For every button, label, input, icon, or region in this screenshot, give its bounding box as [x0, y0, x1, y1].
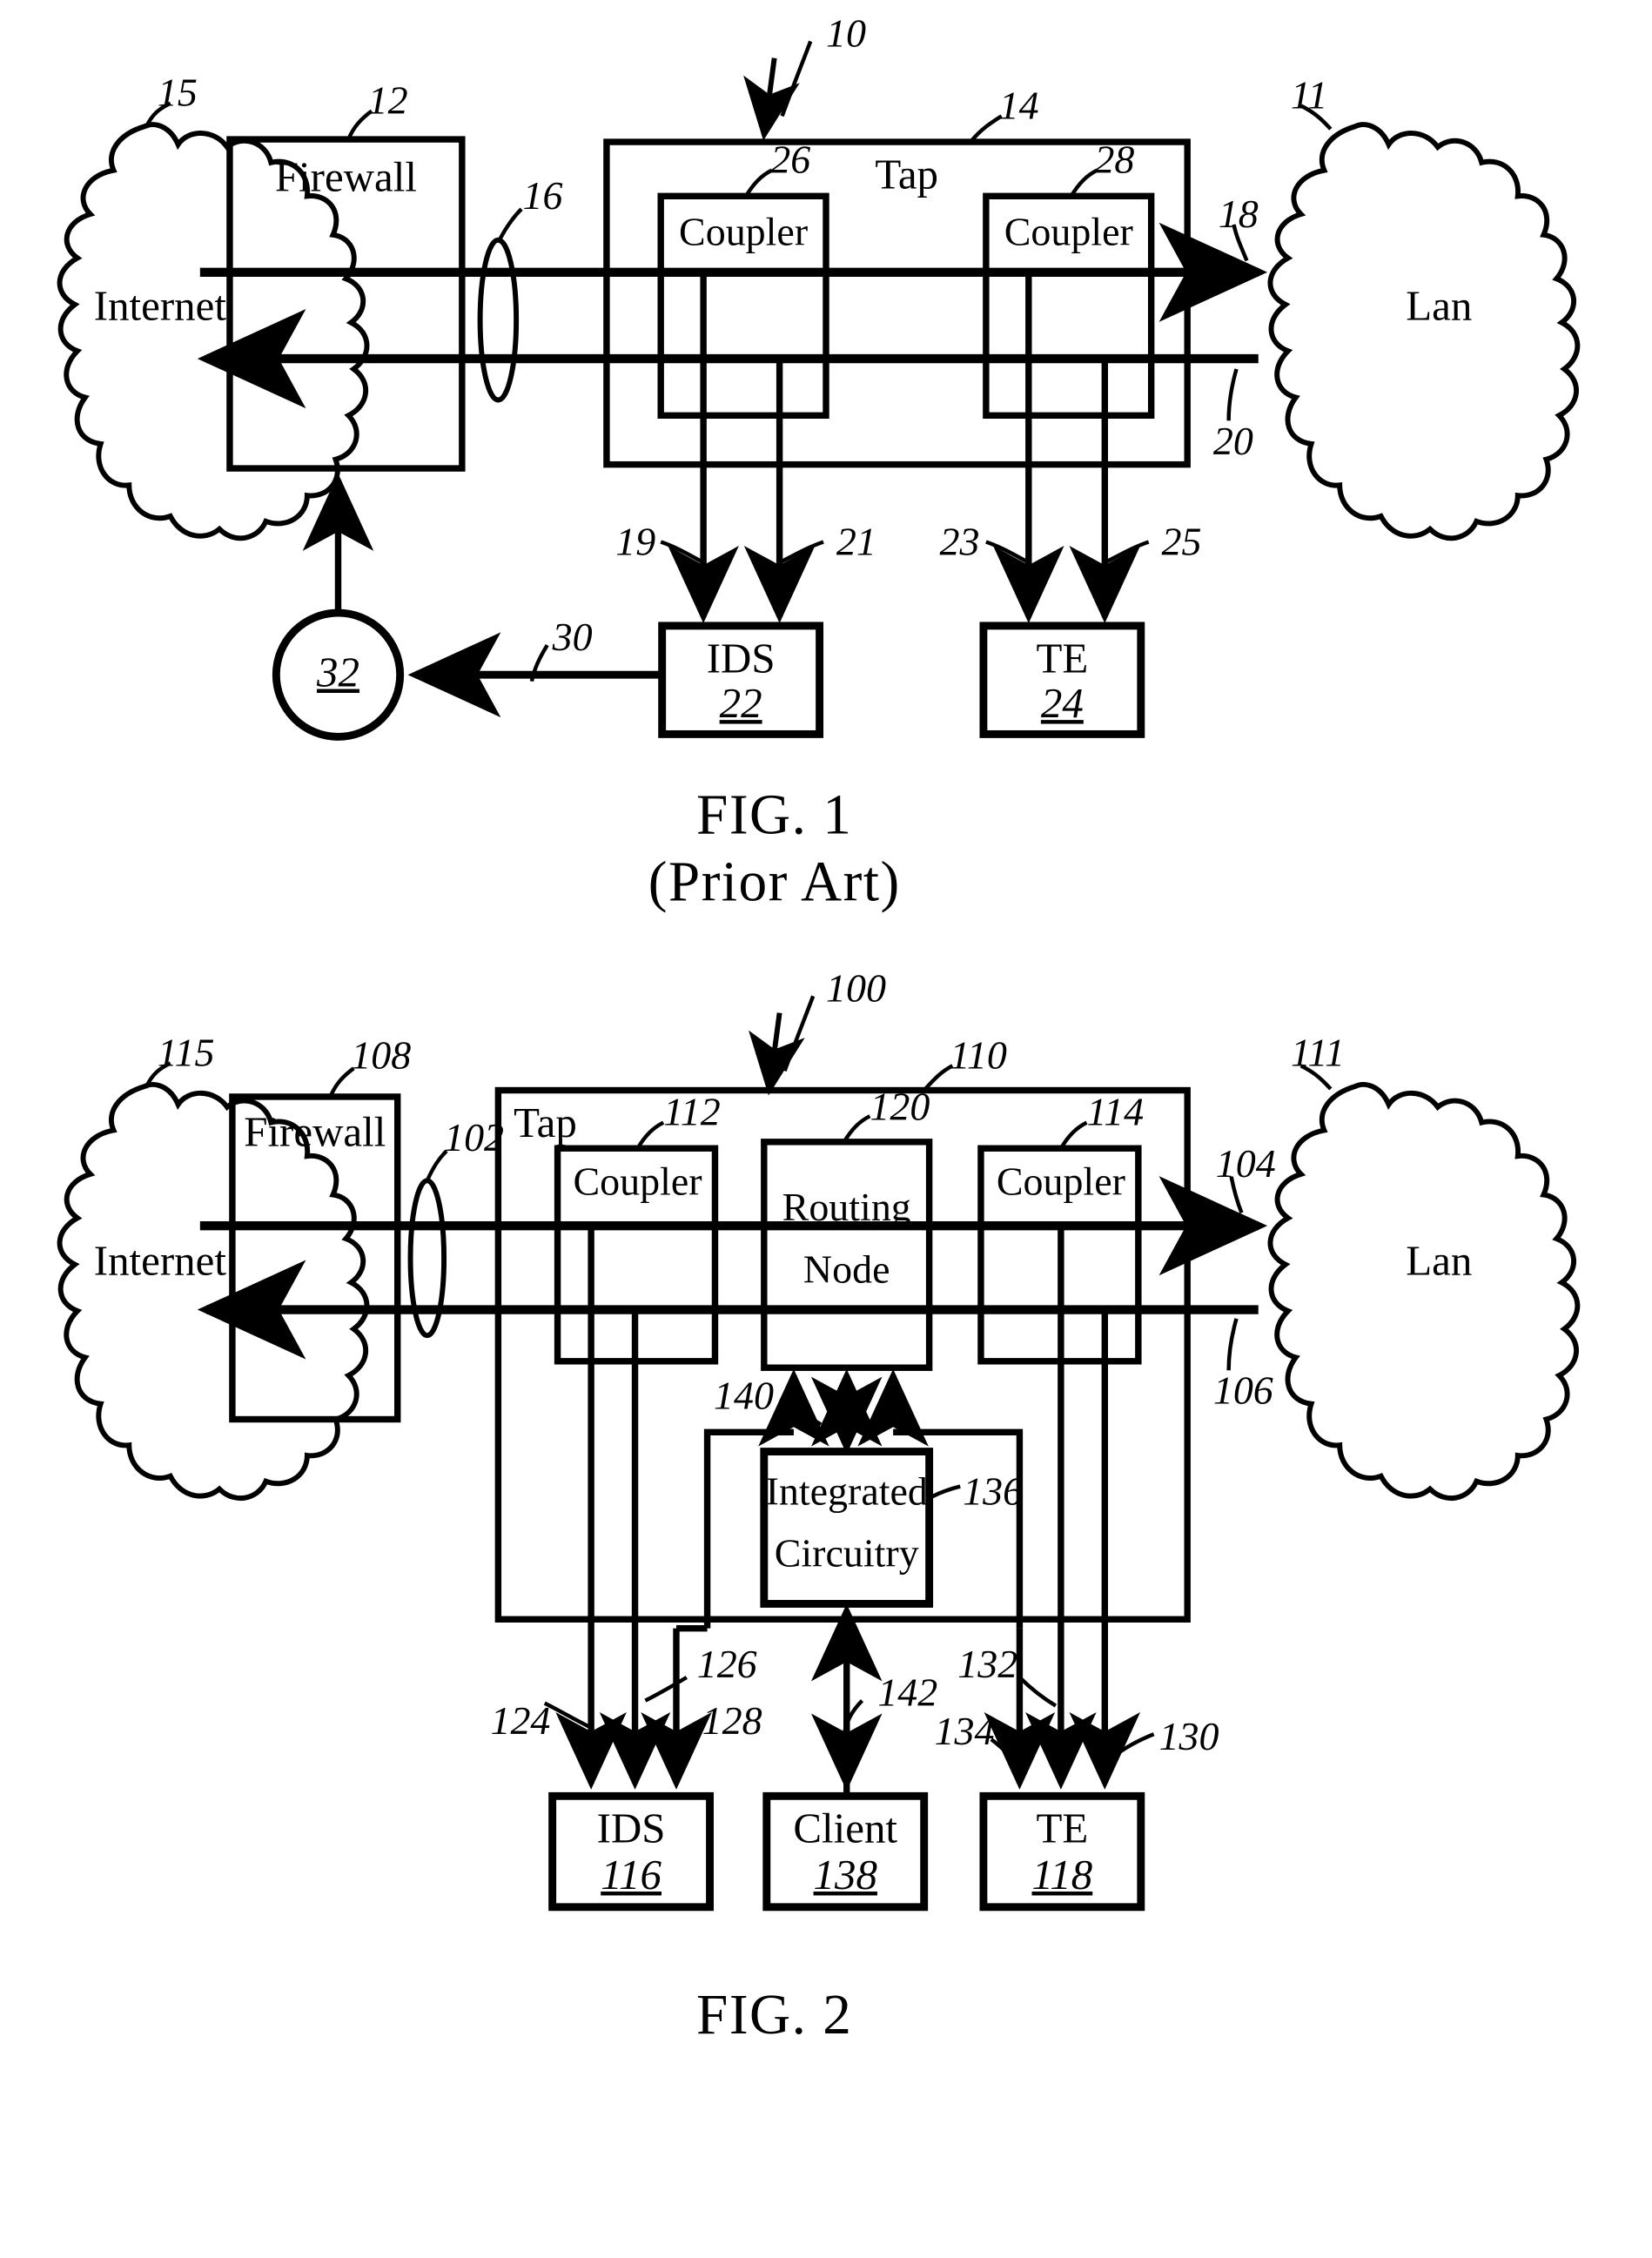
- tap-label-fig1: Tap: [875, 151, 939, 199]
- coupler-right-label-fig2: Coupler: [996, 1159, 1125, 1204]
- fig1-caption-line2: (Prior Art): [648, 850, 901, 914]
- ref-label-30-fig1: 30: [552, 614, 593, 660]
- te-label-fig2: TE: [1036, 1806, 1089, 1853]
- ref-label-112-fig2: 112: [663, 1089, 721, 1134]
- firewall-label-fig1: Firewall: [274, 154, 417, 202]
- leader-136-fig2: [930, 1484, 961, 1499]
- ref-label-114-fig2: 114: [1086, 1089, 1145, 1134]
- ref-label-140-fig2: 140: [713, 1373, 774, 1419]
- ids-ref-fig1: 22: [719, 681, 762, 729]
- client-ref-fig2: 138: [813, 1852, 877, 1899]
- te-ref-fig2: 118: [1031, 1852, 1093, 1899]
- ref-label-108-fig2: 108: [351, 1032, 412, 1078]
- ids-label-fig1: IDS: [706, 635, 776, 683]
- leader-108-fig2: [328, 1066, 355, 1098]
- leader-14-fig1: [969, 114, 1003, 144]
- lan-cloud-shape-fig2: [1267, 1081, 1581, 1501]
- leader-20-fig1: [1226, 368, 1239, 421]
- ref-label-18-fig1: 18: [1218, 191, 1259, 237]
- fig1-graphics: [57, 40, 1581, 741]
- ref-label-124-fig2: 124: [490, 1697, 551, 1744]
- system-leader-10-fig1: [780, 40, 813, 118]
- system-arrow-10-fig1: [743, 57, 800, 141]
- ref-label-104-fig2: 104: [1215, 1140, 1276, 1186]
- ref-label-14-fig1: 14: [998, 82, 1039, 128]
- leader-25-fig1: [1104, 540, 1150, 565]
- leader-28-fig1: [1069, 168, 1098, 198]
- ref-label-126-fig2: 126: [696, 1641, 757, 1687]
- ref-label-102-fig2: 102: [444, 1114, 505, 1160]
- lan-cloud-shape-fig1: [1267, 122, 1581, 541]
- fiber-ellipse-fig1: [477, 237, 520, 403]
- ref-label-120-fig2: 120: [870, 1084, 930, 1129]
- ref-label-20-fig1: 20: [1212, 418, 1253, 464]
- fig2-caption-line1: FIG. 2: [696, 1983, 853, 2046]
- leader-126-fig2: [644, 1676, 688, 1703]
- ref-label-16-fig1: 16: [522, 172, 563, 218]
- ids-label-fig2: IDS: [596, 1806, 666, 1853]
- client-label-fig2: Client: [793, 1806, 898, 1853]
- leader-26-fig1: [744, 168, 773, 198]
- leader-106-fig2: [1226, 1318, 1239, 1371]
- ref-label-110-fig2: 110: [950, 1032, 1007, 1078]
- leader-140-fig2: [778, 1398, 823, 1427]
- lan-cloud-label-fig1: Lan: [1406, 284, 1473, 331]
- ref-label-21-fig1: 21: [836, 518, 876, 564]
- leader-134-fig2: [990, 1737, 1019, 1764]
- coupler-left-label-fig1: Coupler: [679, 209, 809, 255]
- ids-ref-fig2: 116: [601, 1852, 661, 1899]
- ref-label-130-fig2: 130: [1158, 1713, 1219, 1759]
- leader-124-fig2: [543, 1701, 590, 1729]
- routing-node-label-line1-fig2: Routing: [782, 1184, 911, 1230]
- ref-label-115-fig2: 115: [157, 1029, 215, 1075]
- console-ref-fig1: 32: [317, 650, 359, 697]
- fig1-caption-line1: FIG. 1: [696, 783, 853, 847]
- leader-114-fig2: [1058, 1120, 1088, 1150]
- leader-112-fig2: [635, 1120, 665, 1150]
- internet-cloud-label-fig2: Internet: [93, 1238, 226, 1286]
- ref-label-10-fig1: 10: [826, 10, 866, 56]
- ref-label-106-fig2: 106: [1212, 1368, 1273, 1414]
- leader-120-fig2: [842, 1114, 871, 1143]
- integrated-circuitry-label-line2-fig2: Circuitry: [774, 1529, 919, 1576]
- ref-label-11-fig1: 11: [1290, 72, 1328, 118]
- ref-label-134-fig2: 134: [934, 1708, 995, 1754]
- system-arrow-100-fig2: [749, 1012, 805, 1096]
- ref-label-19-fig1: 19: [615, 518, 656, 564]
- leader-132-fig2: [1017, 1676, 1058, 1708]
- ref-label-12-fig1: 12: [367, 77, 408, 123]
- ref-label-100-fig2: 100: [826, 964, 886, 1011]
- ref-label-23-fig1: 23: [939, 518, 980, 564]
- ref-label-28-fig1: 28: [1094, 137, 1135, 183]
- te-label-fig1: TE: [1036, 635, 1089, 683]
- routing-node-label-line2-fig2: Node: [802, 1246, 890, 1292]
- patent-drawing-sheet: 15 12 10 14 11 16 26 28 18 20 19 21 23 2…: [0, 0, 1652, 2258]
- lan-cloud-label-fig2: Lan: [1406, 1238, 1473, 1286]
- system-leader-100-fig2: [782, 995, 816, 1072]
- leader-130-fig2: [1111, 1732, 1155, 1759]
- ref-label-132-fig2: 132: [957, 1641, 1018, 1687]
- ref-label-128-fig2: 128: [702, 1697, 762, 1744]
- ref-label-15-fig1: 15: [157, 70, 198, 115]
- ref-label-25-fig1: 25: [1161, 518, 1202, 564]
- internet-cloud-label-fig1: Internet: [93, 284, 226, 331]
- leader-23-fig1: [985, 540, 1030, 565]
- leader-21-fig1: [778, 540, 824, 565]
- tap-label-fig2: Tap: [514, 1100, 577, 1147]
- ref-label-142-fig2: 142: [877, 1670, 938, 1715]
- ref-label-136-fig2: 136: [963, 1468, 1024, 1514]
- coupler-left-label-fig2: Coupler: [573, 1159, 702, 1204]
- leader-16-fig1: [496, 207, 523, 244]
- leader-19-fig1: [660, 540, 705, 565]
- firewall-label-fig2: Firewall: [244, 1109, 386, 1157]
- te-ref-fig1: 24: [1040, 681, 1084, 729]
- ref-label-26-fig1: 26: [770, 137, 811, 183]
- integrated-circuitry-label-line1-fig2: Integrated: [765, 1468, 928, 1514]
- coupler-right-label-fig1: Coupler: [1004, 209, 1133, 255]
- ref-label-111-fig2: 111: [1290, 1029, 1345, 1075]
